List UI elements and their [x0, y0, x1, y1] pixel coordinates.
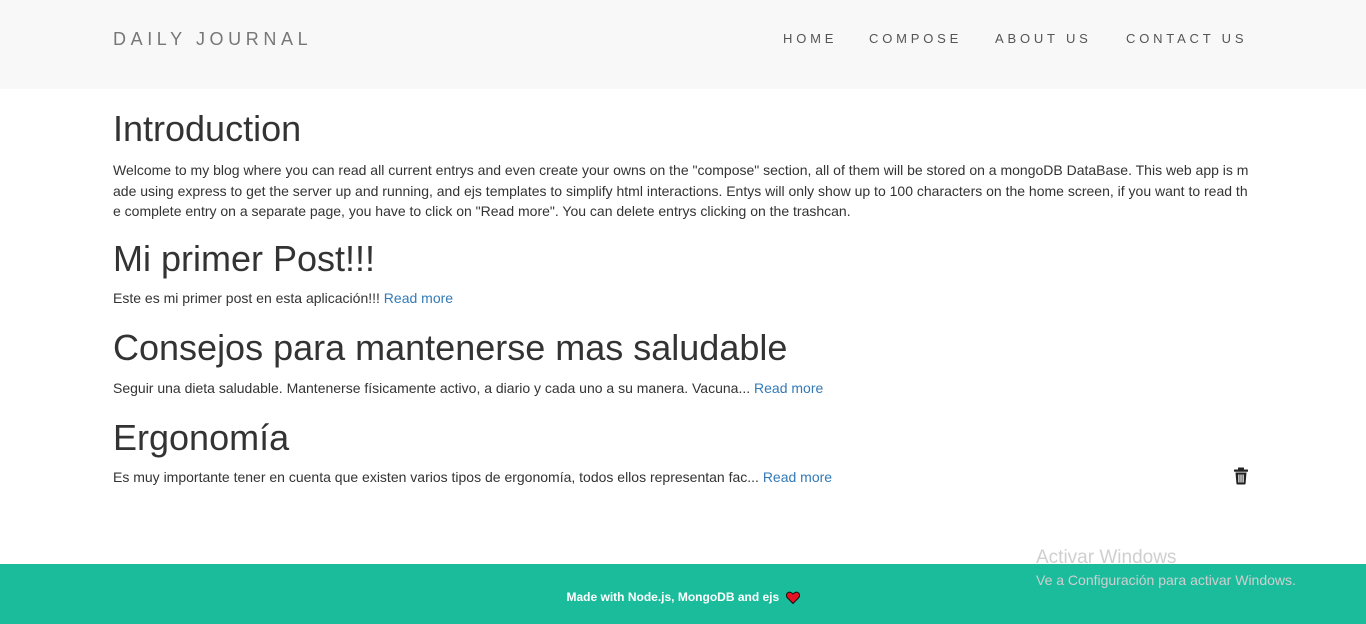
intro-title: Introduction: [113, 108, 302, 149]
footer-text: Made with Node.js, MongoDB and ejs: [566, 590, 780, 604]
post-excerpt-text: Es muy importante tener en cuenta que ex…: [113, 469, 759, 485]
post-excerpt: Este es mi primer post en esta aplicació…: [113, 288, 1250, 309]
post-excerpt-text: Este es mi primer post en esta aplicació…: [113, 290, 380, 306]
post-title: Consejos para mantenerse mas saludable: [113, 327, 788, 368]
read-more-link[interactable]: Read more: [763, 469, 832, 485]
heart-icon: [785, 591, 800, 607]
post-excerpt-text: Seguir una dieta saludable. Mantenerse f…: [113, 380, 751, 396]
nav-compose[interactable]: COMPOSE: [869, 31, 962, 47]
post-title: Ergonomía: [113, 417, 290, 458]
trash-icon[interactable]: [1233, 467, 1249, 485]
nav-contact-us[interactable]: CONTACT US: [1126, 31, 1247, 47]
windows-activation-title: Activar Windows: [1036, 547, 1177, 568]
brand-logo[interactable]: DAILY JOURNAL: [113, 28, 312, 50]
intro-body: Welcome to my blog where you can read al…: [113, 162, 1249, 219]
nav-about-us[interactable]: ABOUT US: [995, 31, 1092, 47]
nav-home[interactable]: HOME: [783, 31, 837, 47]
read-more-link[interactable]: Read more: [384, 290, 453, 306]
read-more-link[interactable]: Read more: [754, 380, 823, 396]
footer-credit: Made with Node.js, MongoDB and ejs: [0, 590, 1366, 607]
post-title: Mi primer Post!!!: [113, 238, 376, 279]
post-excerpt: Seguir una dieta saludable. Mantenerse f…: [113, 378, 1250, 399]
windows-activation-subtitle: Ve a Configuración para activar Windows.: [1036, 572, 1296, 588]
post-excerpt: Es muy importante tener en cuenta que ex…: [113, 467, 1250, 488]
